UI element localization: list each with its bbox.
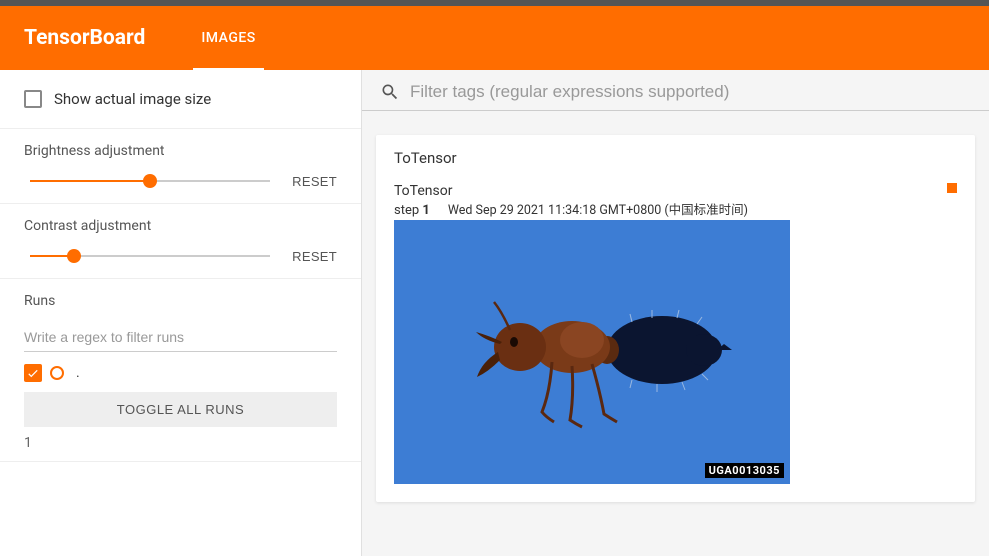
image-watermark: UGA0013035 [705,463,784,478]
main: ToTensor ToTensor step 1 Wed Sep 29 2021… [362,70,989,556]
run-name: . [76,365,80,381]
image-timestamp: Wed Sep 29 2021 11:34:18 GMT+0800 (中国标准时… [448,199,748,218]
contrast-label: Contrast adjustment [24,218,337,234]
brightness-label: Brightness adjustment [24,143,337,159]
step-value: 1 [422,203,429,218]
step-label: step [394,203,419,218]
section-brightness: Brightness adjustment RESET [0,129,361,204]
runs-page: 1 [24,435,337,451]
sidebar: Show actual image size Brightness adjust… [0,70,362,556]
slider-thumb-icon[interactable] [67,249,81,263]
run-row[interactable]: . [24,364,337,382]
image-preview[interactable]: UGA0013035 [394,220,790,484]
runs-filter-input[interactable] [24,323,337,352]
checkbox-checked-icon[interactable] [24,364,42,382]
contrast-slider[interactable] [24,248,276,264]
image-card: ToTensor ToTensor step 1 Wed Sep 29 2021… [376,135,975,502]
slider-thumb-icon[interactable] [143,174,157,188]
ant-image-icon [432,262,752,442]
logo: TensorBoard [24,26,145,50]
runs-label: Runs [24,293,337,309]
toggle-all-runs-button[interactable]: TOGGLE ALL RUNS [24,392,337,427]
section-contrast: Contrast adjustment RESET [0,204,361,279]
checkbox-icon[interactable] [24,90,42,108]
card-title: ToTensor [376,135,975,177]
actual-size-label: Show actual image size [54,90,211,108]
tag-filter-input[interactable] [410,82,971,102]
contrast-reset-button[interactable]: RESET [292,249,337,264]
close-icon[interactable] [947,183,957,193]
search-bar [362,70,989,111]
radio-icon[interactable] [50,366,64,380]
tab-images[interactable]: IMAGES [193,6,263,71]
section-actual-size: Show actual image size [0,70,361,129]
layout: Show actual image size Brightness adjust… [0,70,989,556]
image-tag: ToTensor [394,183,957,199]
actual-size-row[interactable]: Show actual image size [24,84,337,114]
section-runs: Runs . TOGGLE ALL RUNS 1 [0,279,361,462]
brightness-reset-button[interactable]: RESET [292,174,337,189]
brightness-slider[interactable] [24,173,276,189]
search-icon [380,82,400,102]
app-header: TensorBoard IMAGES [0,0,989,70]
